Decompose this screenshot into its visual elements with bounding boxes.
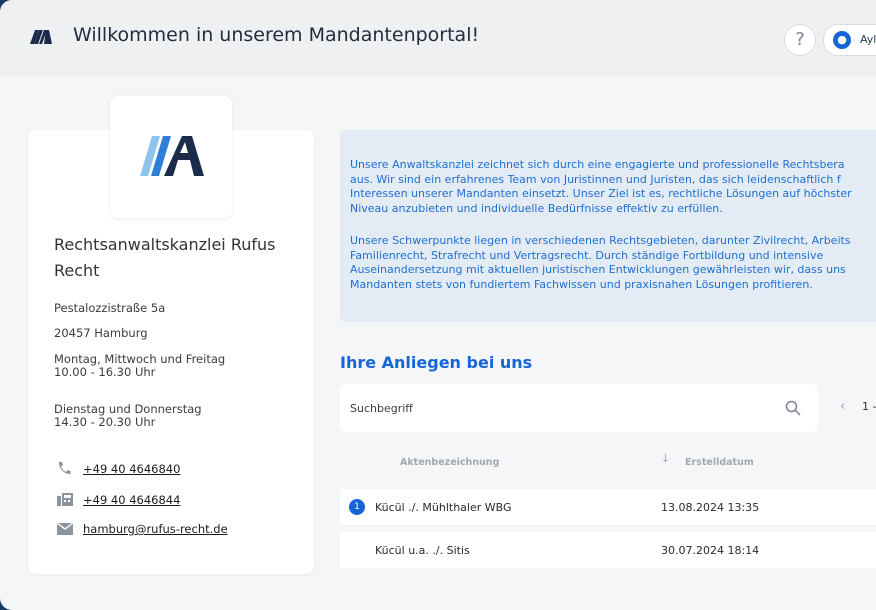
header: Willkommen in unserem Mandantenportal! ?… [0,0,876,76]
logo-icon [140,136,204,176]
cases-title: Ihre Anliegen bei uns [340,353,533,372]
hours-time: 10.00 - 16.30 Uhr [54,365,156,379]
info-paragraph-1: Unsere Anwaltskanzlei zeichnet sich durc… [350,158,876,216]
phone-link[interactable]: +49 40 4646840 [83,462,180,476]
info-line: Interessen unserer Mandanten einsetzt. U… [350,187,852,200]
info-line: aus. Wir sind ein erfahrenes Team von Ju… [350,172,841,186]
info-line: Unsere Schwerpunkte liegen in verschiede… [350,234,851,247]
user-icon: ● [833,31,851,49]
mail-icon [56,522,74,535]
info-line: Auseinandersetzung mit aktuellen juristi… [350,263,846,276]
column-header-name[interactable]: Aktenbezeichnung [400,457,499,468]
fax-icon [57,493,73,506]
firm-street: Pestalozzistraße 5a [54,301,166,315]
hours-time: 14.30 - 20.30 Uhr [54,415,156,429]
search-field[interactable]: Suchbegriff [340,384,818,432]
table-row[interactable]: Kücül u.a. ./. Sitis 30.07.2024 18:14 [340,532,876,568]
case-name[interactable]: Kücül ./. Mühlthaler WBG [375,501,512,514]
firm-logo [110,96,232,218]
sort-arrow-icon[interactable]: ↓ [661,452,670,465]
user-menu-button[interactable]: ● Ayl [823,24,876,56]
chevron-left-icon[interactable]: ‹ [840,399,845,414]
logo-icon [30,30,52,44]
help-icon: ? [795,29,805,50]
info-line: Mandanten stets von fundiertem Fachwisse… [350,277,813,291]
page-title: Willkommen in unserem Mandantenportal! [73,24,480,46]
phone-icon [59,462,71,474]
case-date: 30.07.2024 18:14 [661,544,760,557]
app-window: Willkommen in unserem Mandantenportal! ?… [0,0,876,610]
hours-block-1: Montag, Mittwoch und Freitag 10.00 - 16.… [54,353,225,379]
email-link[interactable]: hamburg@rufus-recht.de [83,522,228,536]
column-header-date[interactable]: Erstelldatum [685,457,754,468]
help-button[interactable]: ? [784,24,816,56]
unread-badge: 1 [349,499,365,515]
info-paragraph-2: Unsere Schwerpunkte liegen in verschiede… [350,234,876,292]
info-line: Familienrecht, Strafrecht und Vertragsre… [350,248,824,262]
hours-block-2: Dienstag und Donnerstag 14.30 - 20.30 Uh… [54,403,202,429]
table-row[interactable]: 1 Kücül ./. Mühlthaler WBG 13.08.2024 13… [340,489,876,525]
info-line: Niveau anzubieten und individuelle Bedür… [350,201,723,215]
case-name[interactable]: Kücül u.a. ./. Sitis [375,544,470,557]
info-box: Unsere Anwaltskanzlei zeichnet sich durc… [340,130,876,322]
firm-name: Rechtsanwaltskanzlei Rufus Recht [54,235,276,280]
search-icon[interactable] [785,400,801,416]
info-line: Unsere Anwaltskanzlei zeichnet sich durc… [350,158,845,171]
row-divider [340,525,876,526]
search-input[interactable]: Suchbegriff [350,402,413,415]
case-date: 13.08.2024 13:35 [661,501,760,514]
firm-city: 20457 Hamburg [54,326,148,340]
pager-range: 1 - [862,400,876,413]
fax-link[interactable]: +49 40 4646844 [83,493,180,507]
user-name: Ayl [860,33,876,46]
